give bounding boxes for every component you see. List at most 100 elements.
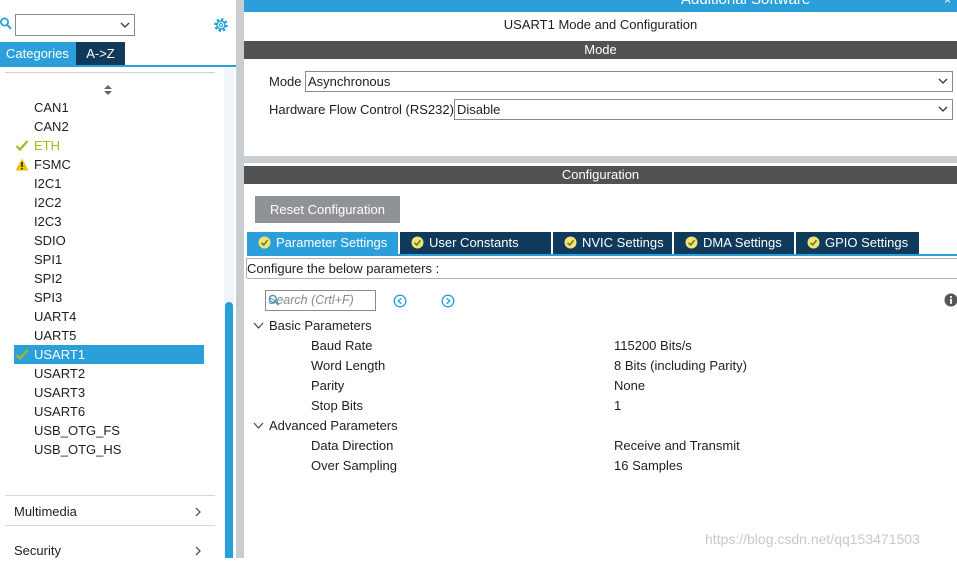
additional-software-label[interactable]: Additional Software [681,0,810,8]
list-item[interactable]: I2C2 [14,193,204,212]
info-icon[interactable] [944,293,957,307]
category-tabs: Categories A->Z [0,42,125,65]
tab-label: Parameter Settings [276,235,387,250]
list-item-label: USART6 [34,404,85,419]
tab-user-constants[interactable]: User Constants [400,232,551,254]
list-item[interactable]: CAN1 [14,98,204,117]
divider [247,258,957,259]
section-splitter[interactable] [244,156,957,163]
tab-underline [0,65,236,67]
list-item[interactable]: SPI3 [14,288,204,307]
tab-parameter-settings[interactable]: Parameter Settings [247,232,398,254]
list-item-label: CAN2 [34,119,69,134]
list-item[interactable]: ETH [14,136,204,155]
tab-gpio-settings[interactable]: GPIO Settings [796,232,919,254]
param-name: Word Length [311,358,385,373]
hw-flow-select[interactable]: Disable [454,99,953,120]
group-label: Security [14,543,61,558]
list-item[interactable]: FSMC [14,155,204,174]
mode-select[interactable]: Asynchronous [305,71,953,92]
previous-match-icon[interactable] [393,294,407,308]
param-name: Stop Bits [311,398,363,413]
list-item-label: SPI2 [34,271,62,286]
parameter-search-input[interactable]: Search (Crtl+F) [265,290,376,311]
param-name: Over Sampling [311,458,397,473]
divider [5,495,215,496]
mode-select-value: Asynchronous [308,74,390,89]
search-placeholder: Search (Crtl+F) [268,293,354,307]
hw-flow-label: Hardware Flow Control (RS232) [269,102,454,117]
tab-a-z[interactable]: A->Z [76,42,125,65]
list-item[interactable]: USART3 [14,383,204,402]
list-item[interactable]: USART2 [14,364,204,383]
list-item-label: USB_OTG_HS [34,442,121,457]
chevron-down-icon[interactable] [937,75,949,87]
check-icon [15,139,29,152]
mode-label: Mode [269,74,302,89]
group-security[interactable]: Security [14,540,214,562]
configuration-section-bar: Configuration [244,166,957,184]
param-value[interactable]: None [614,378,645,393]
param-value[interactable]: 1 [614,398,621,413]
list-item[interactable]: USB_OTG_HS [14,440,204,459]
check-circle-icon [807,236,820,249]
list-item[interactable]: SPI2 [14,269,204,288]
check-circle-icon [564,236,577,249]
page-title: USART1 Mode and Configuration [244,17,957,32]
sort-arrows-icon[interactable] [103,84,113,96]
tab-categories[interactable]: Categories [0,42,76,65]
list-item-label: I2C2 [34,195,61,210]
list-item[interactable]: SDIO [14,231,204,250]
mode-section-bar: Mode [244,41,957,59]
tab-nvic-settings[interactable]: NVIC Settings [553,232,672,254]
list-item[interactable]: SPI1 [14,250,204,269]
list-item[interactable]: UART4 [14,307,204,326]
list-item[interactable]: USART6 [14,402,204,421]
reset-configuration-button[interactable]: Reset Configuration [255,196,400,223]
panel-splitter[interactable] [236,0,244,558]
chevron-down-icon[interactable] [253,321,264,330]
list-item[interactable]: UART5 [14,326,204,345]
list-item-label: FSMC [34,157,71,172]
search-icon[interactable] [0,17,12,31]
close-icon[interactable]: × [944,0,951,7]
param-value[interactable]: 16 Samples [614,458,683,473]
list-item-label: CAN1 [34,100,69,115]
divider [5,72,215,73]
gear-icon[interactable] [212,16,230,34]
chevron-down-icon[interactable] [253,421,264,430]
list-item-label: I2C3 [34,214,61,229]
list-item[interactable]: USB_OTG_FS [14,421,204,440]
top-strip: Additional Software × [244,0,957,12]
chevron-right-icon[interactable] [194,545,202,557]
group-label: Basic Parameters [269,318,372,333]
chevron-down-icon[interactable] [937,103,949,115]
list-item-label: UART5 [34,328,76,343]
param-value[interactable]: Receive and Transmit [614,438,740,453]
hw-flow-select-value: Disable [457,102,500,117]
list-item-label: USART3 [34,385,85,400]
warning-icon [15,158,29,171]
list-item[interactable]: CAN2 [14,117,204,136]
next-match-icon[interactable] [441,294,455,308]
basic-parameters-group[interactable]: Basic Parameters [253,318,372,333]
list-item[interactable]: USART1 [14,345,204,364]
list-item[interactable]: I2C3 [14,212,204,231]
param-value[interactable]: 8 Bits (including Parity) [614,358,747,373]
param-name: Baud Rate [311,338,372,353]
group-multimedia[interactable]: Multimedia [14,501,214,523]
list-item-label: ETH [34,138,60,153]
watermark: https://blog.csdn.net/qq153471503 [705,531,920,547]
param-value[interactable]: 115200 Bits/s [614,338,692,353]
list-item-label: SPI1 [34,252,62,267]
category-search-combo[interactable] [15,14,135,36]
list-item[interactable]: I2C1 [14,174,204,193]
list-item-label: SPI3 [34,290,62,305]
check-icon [15,348,29,361]
tab-dma-settings[interactable]: DMA Settings [674,232,794,254]
scrollbar-thumb[interactable] [225,302,233,558]
check-circle-icon [258,236,271,249]
advanced-parameters-group[interactable]: Advanced Parameters [253,418,398,433]
chevron-right-icon[interactable] [194,506,202,518]
chevron-down-icon[interactable] [119,19,131,31]
